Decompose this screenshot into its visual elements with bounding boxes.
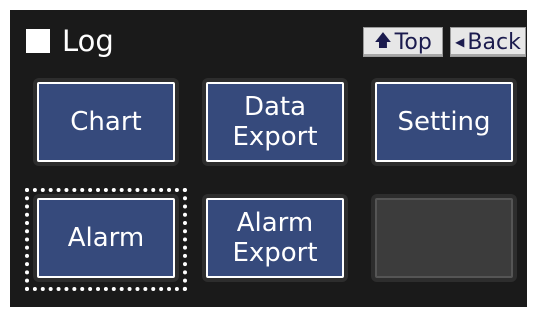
alarm-export-tile-frame: Alarm Export bbox=[202, 194, 348, 282]
top-button[interactable]: 🡅 Top bbox=[363, 27, 443, 57]
page-title: Log bbox=[62, 24, 114, 58]
alarm-export-label-line2: Export bbox=[232, 238, 318, 268]
top-button-label: Top bbox=[394, 29, 432, 55]
title-square-icon bbox=[26, 29, 50, 53]
log-screen: Log 🡅 Top ◀ Back Chart Data Export Setti… bbox=[10, 10, 527, 307]
selection-cursor bbox=[25, 188, 187, 291]
alarm-export-label-line1: Alarm bbox=[236, 208, 314, 238]
chart-tile-frame: Chart bbox=[33, 78, 179, 166]
data-export-button[interactable]: Data Export bbox=[206, 82, 344, 162]
up-arrow-icon: 🡅 bbox=[374, 30, 392, 51]
chart-button-label: Chart bbox=[70, 107, 142, 137]
setting-button[interactable]: Setting bbox=[375, 82, 513, 162]
data-export-tile-frame: Data Export bbox=[202, 78, 348, 166]
back-button[interactable]: ◀ Back bbox=[450, 27, 526, 57]
setting-tile-frame: Setting bbox=[371, 78, 517, 166]
left-triangle-icon: ◀ bbox=[455, 35, 465, 49]
setting-button-label: Setting bbox=[397, 107, 491, 137]
data-export-label-line2: Export bbox=[232, 122, 318, 152]
chart-button[interactable]: Chart bbox=[37, 82, 175, 162]
back-button-label: Back bbox=[467, 29, 521, 55]
alarm-export-button[interactable]: Alarm Export bbox=[206, 198, 344, 278]
data-export-label-line1: Data bbox=[243, 92, 307, 122]
empty-button bbox=[375, 198, 513, 278]
empty-tile-frame bbox=[371, 194, 517, 282]
